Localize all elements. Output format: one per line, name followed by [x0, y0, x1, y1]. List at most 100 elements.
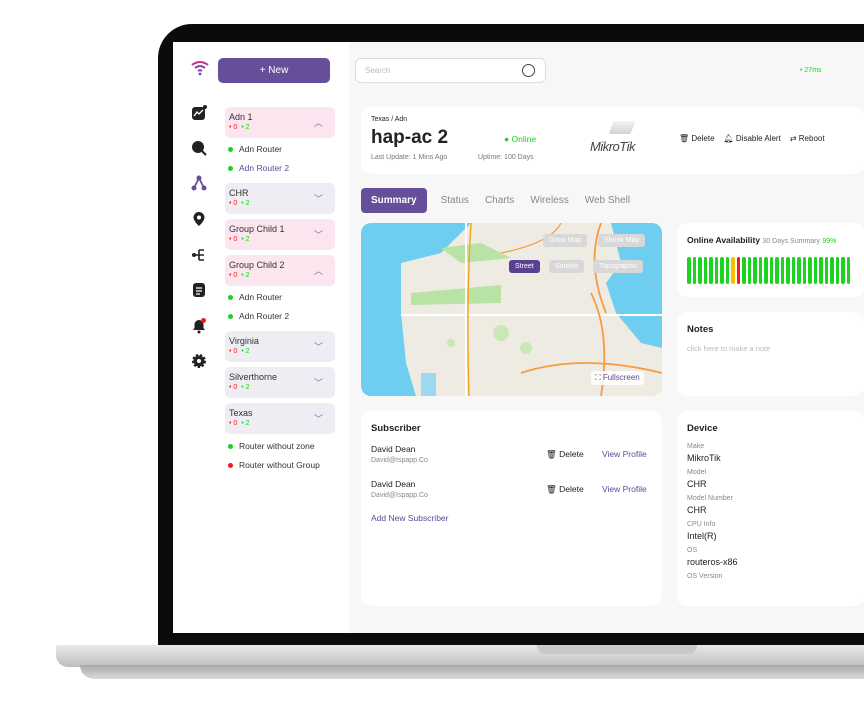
- device-field-value: CHR: [687, 505, 707, 515]
- group-4[interactable]: Virginia • 0 • 2 ﹀: [225, 331, 335, 362]
- tab-wireless[interactable]: Wireless: [522, 195, 576, 206]
- chevron-down-icon[interactable]: ﹀: [314, 228, 323, 241]
- report-icon[interactable]: [191, 282, 207, 298]
- availability-day-bar[interactable]: [813, 257, 817, 284]
- wifi-logo-icon: [191, 61, 209, 76]
- up-count: 2: [245, 236, 250, 243]
- location-icon[interactable]: [191, 211, 207, 227]
- availability-day-bar[interactable]: [709, 257, 713, 284]
- grow-map-button[interactable]: Grow Map: [543, 234, 588, 247]
- router-item[interactable]: Adn Router: [228, 292, 282, 302]
- view-profile-link[interactable]: View Profile: [602, 449, 647, 459]
- device-field-label: Model: [687, 469, 707, 476]
- availability-day-bar[interactable]: [797, 257, 801, 284]
- topology-icon[interactable]: [191, 175, 207, 191]
- breadcrumb[interactable]: Texas / Adn: [371, 116, 407, 123]
- availability-day-bar[interactable]: [824, 257, 828, 284]
- chevron-down-icon[interactable]: ﹀: [314, 376, 323, 389]
- search-icon[interactable]: [191, 140, 207, 156]
- router-item[interactable]: Router without zone: [228, 441, 315, 451]
- subscriber-name: David Dean: [371, 444, 416, 454]
- availability-day-bar[interactable]: [687, 257, 691, 284]
- group-6[interactable]: Texas • 0 • 2 ﹀: [225, 403, 335, 434]
- subscriber-title: Subscriber: [371, 423, 421, 434]
- tab-status[interactable]: Status: [433, 195, 477, 206]
- availability-day-bar[interactable]: [747, 257, 751, 284]
- map-view[interactable]: Grow Map Shrink Map Street Satelite Topo…: [361, 223, 662, 396]
- availability-day-bar[interactable]: [736, 257, 740, 284]
- group-5[interactable]: Silverthorne • 0 • 2 ﹀: [225, 367, 335, 398]
- chevron-down-icon[interactable]: ﹀: [314, 192, 323, 205]
- availability-day-bar[interactable]: [720, 257, 724, 284]
- down-count: 0: [233, 420, 238, 427]
- chevron-up-icon[interactable]: ︿: [314, 116, 323, 129]
- subscriber-card: Subscriber David Dean David@Ispapp.Co 🗑 De…: [361, 411, 662, 606]
- availability-day-bar[interactable]: [758, 257, 762, 284]
- shrink-map-button[interactable]: Shrink Map: [598, 234, 646, 247]
- chevron-up-icon[interactable]: ︿: [314, 264, 323, 277]
- availability-day-bar[interactable]: [775, 257, 779, 284]
- availability-day-bar[interactable]: [802, 257, 806, 284]
- uptime: Uptime: 100 Days: [478, 154, 534, 161]
- settings-icon[interactable]: [191, 353, 207, 369]
- availability-day-bar[interactable]: [698, 257, 702, 284]
- bell-icon[interactable]: [191, 318, 207, 334]
- availability-day-bar[interactable]: [830, 257, 834, 284]
- map-type-satelite[interactable]: Satelite: [549, 260, 585, 273]
- device-field-value: Intel(R): [687, 531, 717, 541]
- app-screen: + New Adn 1 • 0 • 2 ︿ Adn Router Adn Router …: [173, 42, 864, 633]
- availability-day-bar[interactable]: [786, 257, 790, 284]
- down-count: 0: [233, 272, 238, 279]
- subscriber-email: David@Ispapp.Co: [371, 492, 428, 499]
- group-2[interactable]: Group Child 1 • 0 • 2 ﹀: [225, 219, 335, 250]
- up-count: 2: [245, 200, 250, 207]
- view-profile-link[interactable]: View Profile: [602, 484, 647, 494]
- group-1[interactable]: CHR • 0 • 2 ﹀: [225, 183, 335, 214]
- delete-subscriber-button[interactable]: 🗑 Delete: [546, 484, 584, 495]
- notes-title: Notes: [687, 324, 714, 335]
- add-subscriber-link[interactable]: Add New Subscriber: [371, 513, 448, 523]
- device-name: hap-ac 2: [371, 127, 449, 148]
- availability-day-bar[interactable]: [692, 257, 696, 284]
- router-item[interactable]: Adn Router 2: [228, 311, 289, 321]
- availability-day-bar[interactable]: [780, 257, 784, 284]
- availability-day-bar[interactable]: [769, 257, 773, 284]
- notes-input[interactable]: click here to make a note: [687, 344, 770, 353]
- availability-day-bar[interactable]: [742, 257, 746, 284]
- availability-day-bar[interactable]: [703, 257, 707, 284]
- availability-day-bar[interactable]: [846, 257, 850, 284]
- delete-subscriber-button[interactable]: 🗑 Delete: [546, 449, 584, 460]
- map-type-street[interactable]: Street: [509, 260, 540, 273]
- tab-summary[interactable]: Summary: [361, 188, 427, 213]
- map-type-topographic[interactable]: Topographic: [593, 260, 644, 273]
- router-item[interactable]: Router without Group: [228, 460, 320, 470]
- notes-card[interactable]: Notes click here to make a note: [677, 312, 864, 396]
- availability-day-bar[interactable]: [808, 257, 812, 284]
- chart-icon[interactable]: [191, 105, 207, 121]
- availability-day-bar[interactable]: [725, 257, 729, 284]
- availability-day-bar[interactable]: [731, 257, 735, 284]
- delete-button[interactable]: 🗑 Delete: [679, 134, 715, 143]
- group-0[interactable]: Adn 1 • 0 • 2 ︿: [225, 107, 335, 138]
- tab-charts[interactable]: Charts: [477, 195, 522, 206]
- availability-day-bar[interactable]: [791, 257, 795, 284]
- router-item[interactable]: Adn Router 2: [228, 163, 289, 173]
- availability-day-bar[interactable]: [714, 257, 718, 284]
- fullscreen-button[interactable]: ⛶ Fullscreen: [591, 371, 644, 385]
- availability-day-bar[interactable]: [753, 257, 757, 284]
- new-button[interactable]: + New: [218, 58, 330, 83]
- availability-day-bar[interactable]: [764, 257, 768, 284]
- availability-day-bar[interactable]: [819, 257, 823, 284]
- tab-web-shell[interactable]: Web Shell: [577, 195, 638, 206]
- hierarchy-icon[interactable]: [191, 247, 207, 263]
- availability-day-bar[interactable]: [835, 257, 839, 284]
- search-input[interactable]: Search: [355, 58, 546, 83]
- availability-day-bar[interactable]: [841, 257, 845, 284]
- group-3[interactable]: Group Child 2 • 0 • 2 ︿: [225, 255, 335, 286]
- router-item[interactable]: Adn Router: [228, 144, 282, 154]
- reboot-button[interactable]: ⇄ Reboot: [790, 134, 825, 143]
- up-count: 2: [245, 124, 250, 131]
- disable-alert-button[interactable]: 🔔︎ Disable Alert: [724, 134, 781, 143]
- chevron-down-icon[interactable]: ﹀: [314, 412, 323, 425]
- chevron-down-icon[interactable]: ﹀: [314, 340, 323, 353]
